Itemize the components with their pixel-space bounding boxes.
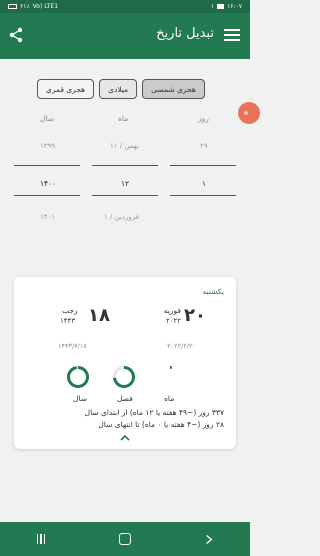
day-divider-bottom <box>170 195 236 196</box>
year-divider-bottom <box>14 195 80 196</box>
chevron-up-icon[interactable] <box>120 434 130 442</box>
hijri-year: ۱۴۴۳ <box>60 317 76 325</box>
year-prev[interactable]: ۱۳۹۹ <box>40 142 55 150</box>
hijri-day: ۱۸ <box>88 305 110 326</box>
month-prev[interactable]: بهمن / ۱۱ <box>110 142 139 150</box>
year-progress-ring <box>67 366 89 388</box>
camera-icon <box>217 4 225 9</box>
calendar-tabs: هجری قمری میلادی هجری شمسی <box>37 79 205 99</box>
year-progress-label: سال <box>73 394 88 403</box>
tab-hijri-qamari[interactable]: هجری قمری <box>37 79 95 99</box>
season-progress-ring <box>113 366 135 388</box>
day-current[interactable]: ۱ <box>202 179 206 188</box>
header-day: روز <box>198 114 209 123</box>
status-bar: ۶۱٪ Vo) LTE1 ۱ ۱۶:۰۷ <box>0 0 250 13</box>
home-icon[interactable] <box>119 533 132 545</box>
season-progress-label: فصل <box>117 394 133 403</box>
hijri-month: رجب <box>62 306 78 315</box>
status-time: ۱۶:۰۷ <box>227 3 242 10</box>
month-next[interactable]: فروردین / ۱ <box>104 213 139 221</box>
page-title: تبدیل تاریخ <box>156 26 214 41</box>
tab-gregorian[interactable]: میلادی <box>99 79 138 99</box>
share-icon[interactable] <box>8 27 24 43</box>
gregorian-year: ۲۰۲۲ <box>165 317 181 325</box>
days-until-end: ۲۸ روز (~۴ هفته یا ۰ ماه) تا انتهای سال <box>98 420 224 429</box>
signal-text: Vo) LTE1 <box>32 3 59 10</box>
weekday-label: یکشنبه <box>202 287 224 296</box>
gregorian-short-date: ۲۰۲۲/۲/۲۰ <box>167 342 196 350</box>
month-current[interactable]: ۱۲ <box>121 179 129 188</box>
month-progress-label: ماه <box>164 394 175 403</box>
day-divider-top <box>170 165 236 166</box>
battery-text: ۶۱٪ <box>20 3 30 10</box>
app-bar: تبدیل تاریخ <box>0 13 250 59</box>
system-nav-bar <box>0 522 250 556</box>
menu-icon[interactable] <box>224 27 240 43</box>
header-month: ماه <box>118 114 129 123</box>
tab-hijri-shamsi[interactable]: هجری شمسی <box>142 79 205 99</box>
year-next[interactable]: ۱۴۰۱ <box>40 213 55 221</box>
status-indicator: ۱ <box>210 3 215 10</box>
back-icon[interactable] <box>205 534 213 545</box>
hijri-short-date: ۱۴۴۳/۷/۱۸ <box>58 342 87 350</box>
floating-button[interactable] <box>238 102 260 124</box>
month-divider-bottom <box>92 195 158 196</box>
result-card: یکشنبه ۲۰ فوریه ۲۰۲۲ ۲۰۲۲/۲/۲۰ ۱۸ رجب ۱۴… <box>14 277 236 449</box>
header-year: سال <box>40 114 55 123</box>
gregorian-day: ۲۰ <box>184 305 206 326</box>
days-since-start: ۳۳۷ روز (~۴۹ هفته یا ۱۲ ماه) از ابتدای س… <box>84 408 224 417</box>
year-current[interactable]: ۱۴۰۰ <box>40 179 56 188</box>
month-progress-ring <box>159 366 181 388</box>
recent-apps-icon[interactable] <box>36 534 46 544</box>
year-divider-top <box>14 165 80 166</box>
gregorian-month: فوریه <box>163 306 181 315</box>
month-divider-top <box>92 165 158 166</box>
battery-icon <box>8 4 17 9</box>
day-prev[interactable]: ۲۹ <box>200 142 208 150</box>
